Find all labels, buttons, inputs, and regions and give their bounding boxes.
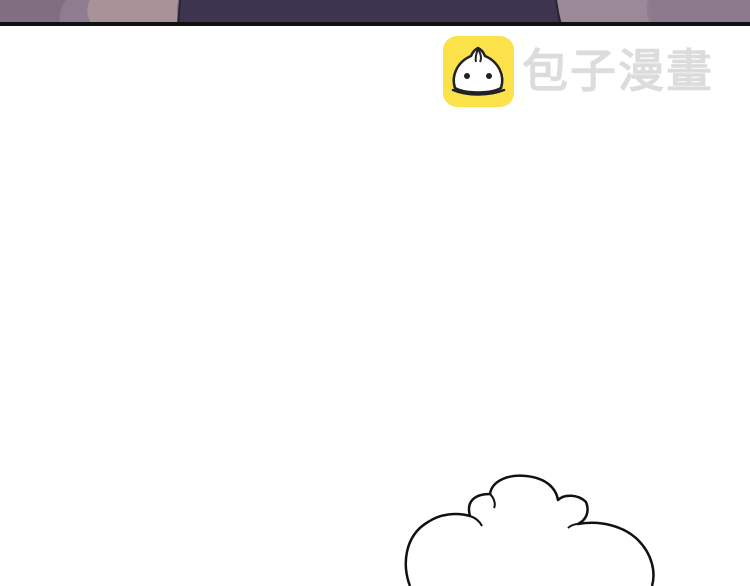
comic-page: 包子漫畫 [0, 0, 750, 586]
site-watermark: 包子漫畫 [443, 35, 714, 107]
brand-name: 包子漫畫 [522, 44, 714, 98]
thought-cloud-icon [404, 474, 655, 586]
previous-panel-edge [0, 0, 750, 26]
steamed-bun-icon [443, 35, 514, 107]
